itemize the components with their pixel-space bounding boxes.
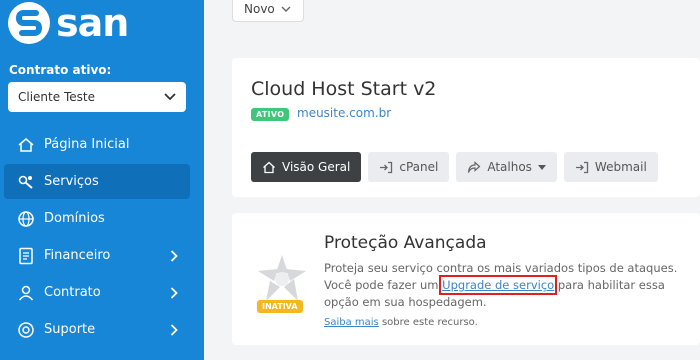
cpanel-button[interactable]: cPanel [368,152,450,182]
login-icon [379,161,393,174]
sidebar-item-label: Contrato [44,285,101,300]
chevron-right-icon [170,250,178,262]
webmail-button-label: Webmail [594,160,647,174]
sidebar-item-servicos[interactable]: Serviços [4,164,190,199]
service-title: Cloud Host Start v2 [251,78,437,100]
sidebar-item-contrato[interactable]: Contrato [4,275,200,310]
overview-button[interactable]: Visão Geral [251,152,362,182]
shortcuts-button-label: Atalhos [487,160,532,174]
brand-logo[interactable]: san [8,1,129,45]
shortcuts-dropdown-button[interactable]: Atalhos [456,152,557,182]
contract-label: Contrato ativo: [9,63,112,77]
contract-select-value: Cliente Teste [18,90,95,104]
home-icon [262,161,276,174]
topbar: Novo [204,0,700,22]
sidebar: san Contrato ativo: Cliente Teste Página… [0,0,204,360]
home-icon [16,136,36,154]
services-icon [16,173,36,191]
help-icon [16,321,36,339]
login-icon [575,161,589,174]
protection-card: INATIVA Proteção Avançada Proteja seu se… [232,213,700,345]
cpanel-button-label: cPanel [399,160,439,174]
sidebar-item-label: Serviços [44,174,99,189]
sidebar-item-suporte[interactable]: Suporte [4,312,200,347]
chevron-right-icon [170,287,178,299]
caret-down-icon [537,164,546,170]
sidebar-item-label: Domínios [44,211,105,226]
chevron-down-icon [281,6,291,12]
webmail-button[interactable]: Webmail [563,152,658,182]
logo-mark-icon [8,2,50,44]
sidebar-item-pagina-inicial[interactable]: Página Inicial [4,127,200,162]
sidebar-item-label: Financeiro [44,248,111,263]
protection-title: Proteção Avançada [324,233,487,253]
share-icon [467,160,481,174]
overview-button-label: Visão Geral [282,160,351,174]
user-icon [16,284,36,302]
service-domain-link[interactable]: meusite.com.br [297,106,391,120]
new-button-label: Novo [244,2,275,16]
service-actions: Visão Geral cPanel Atalhos Webmail [251,152,665,182]
protection-description: Proteja seu serviço contra os mais varia… [324,260,694,311]
learn-more-text: sobre este recurso. [378,317,478,328]
service-card: Cloud Host Start v2 ATIVO meusite.com.br… [232,58,700,197]
contract-select[interactable]: Cliente Teste [8,82,186,112]
sidebar-item-dominios[interactable]: Domínios [4,201,200,236]
brand-name: san [56,1,129,45]
sidebar-item-label: Suporte [44,322,96,337]
globe-icon [16,210,36,228]
new-dropdown-button[interactable]: Novo [232,0,304,22]
learn-more-link[interactable]: Saiba mais [324,317,379,328]
status-badge: ATIVO [251,108,290,121]
sidebar-item-financeiro[interactable]: Financeiro [4,238,200,273]
status-badge: INATIVA [257,300,303,313]
sidebar-item-label: Página Inicial [44,137,130,152]
sidebar-nav: Página Inicial Serviços Domínios Finance… [0,127,204,349]
learn-more-line: Saiba mais sobre este recurso. [324,317,478,328]
upgrade-service-link[interactable]: Upgrade de serviço [439,275,558,295]
invoice-icon [16,247,36,265]
chevron-right-icon [170,324,178,336]
chevron-down-icon [164,93,176,101]
